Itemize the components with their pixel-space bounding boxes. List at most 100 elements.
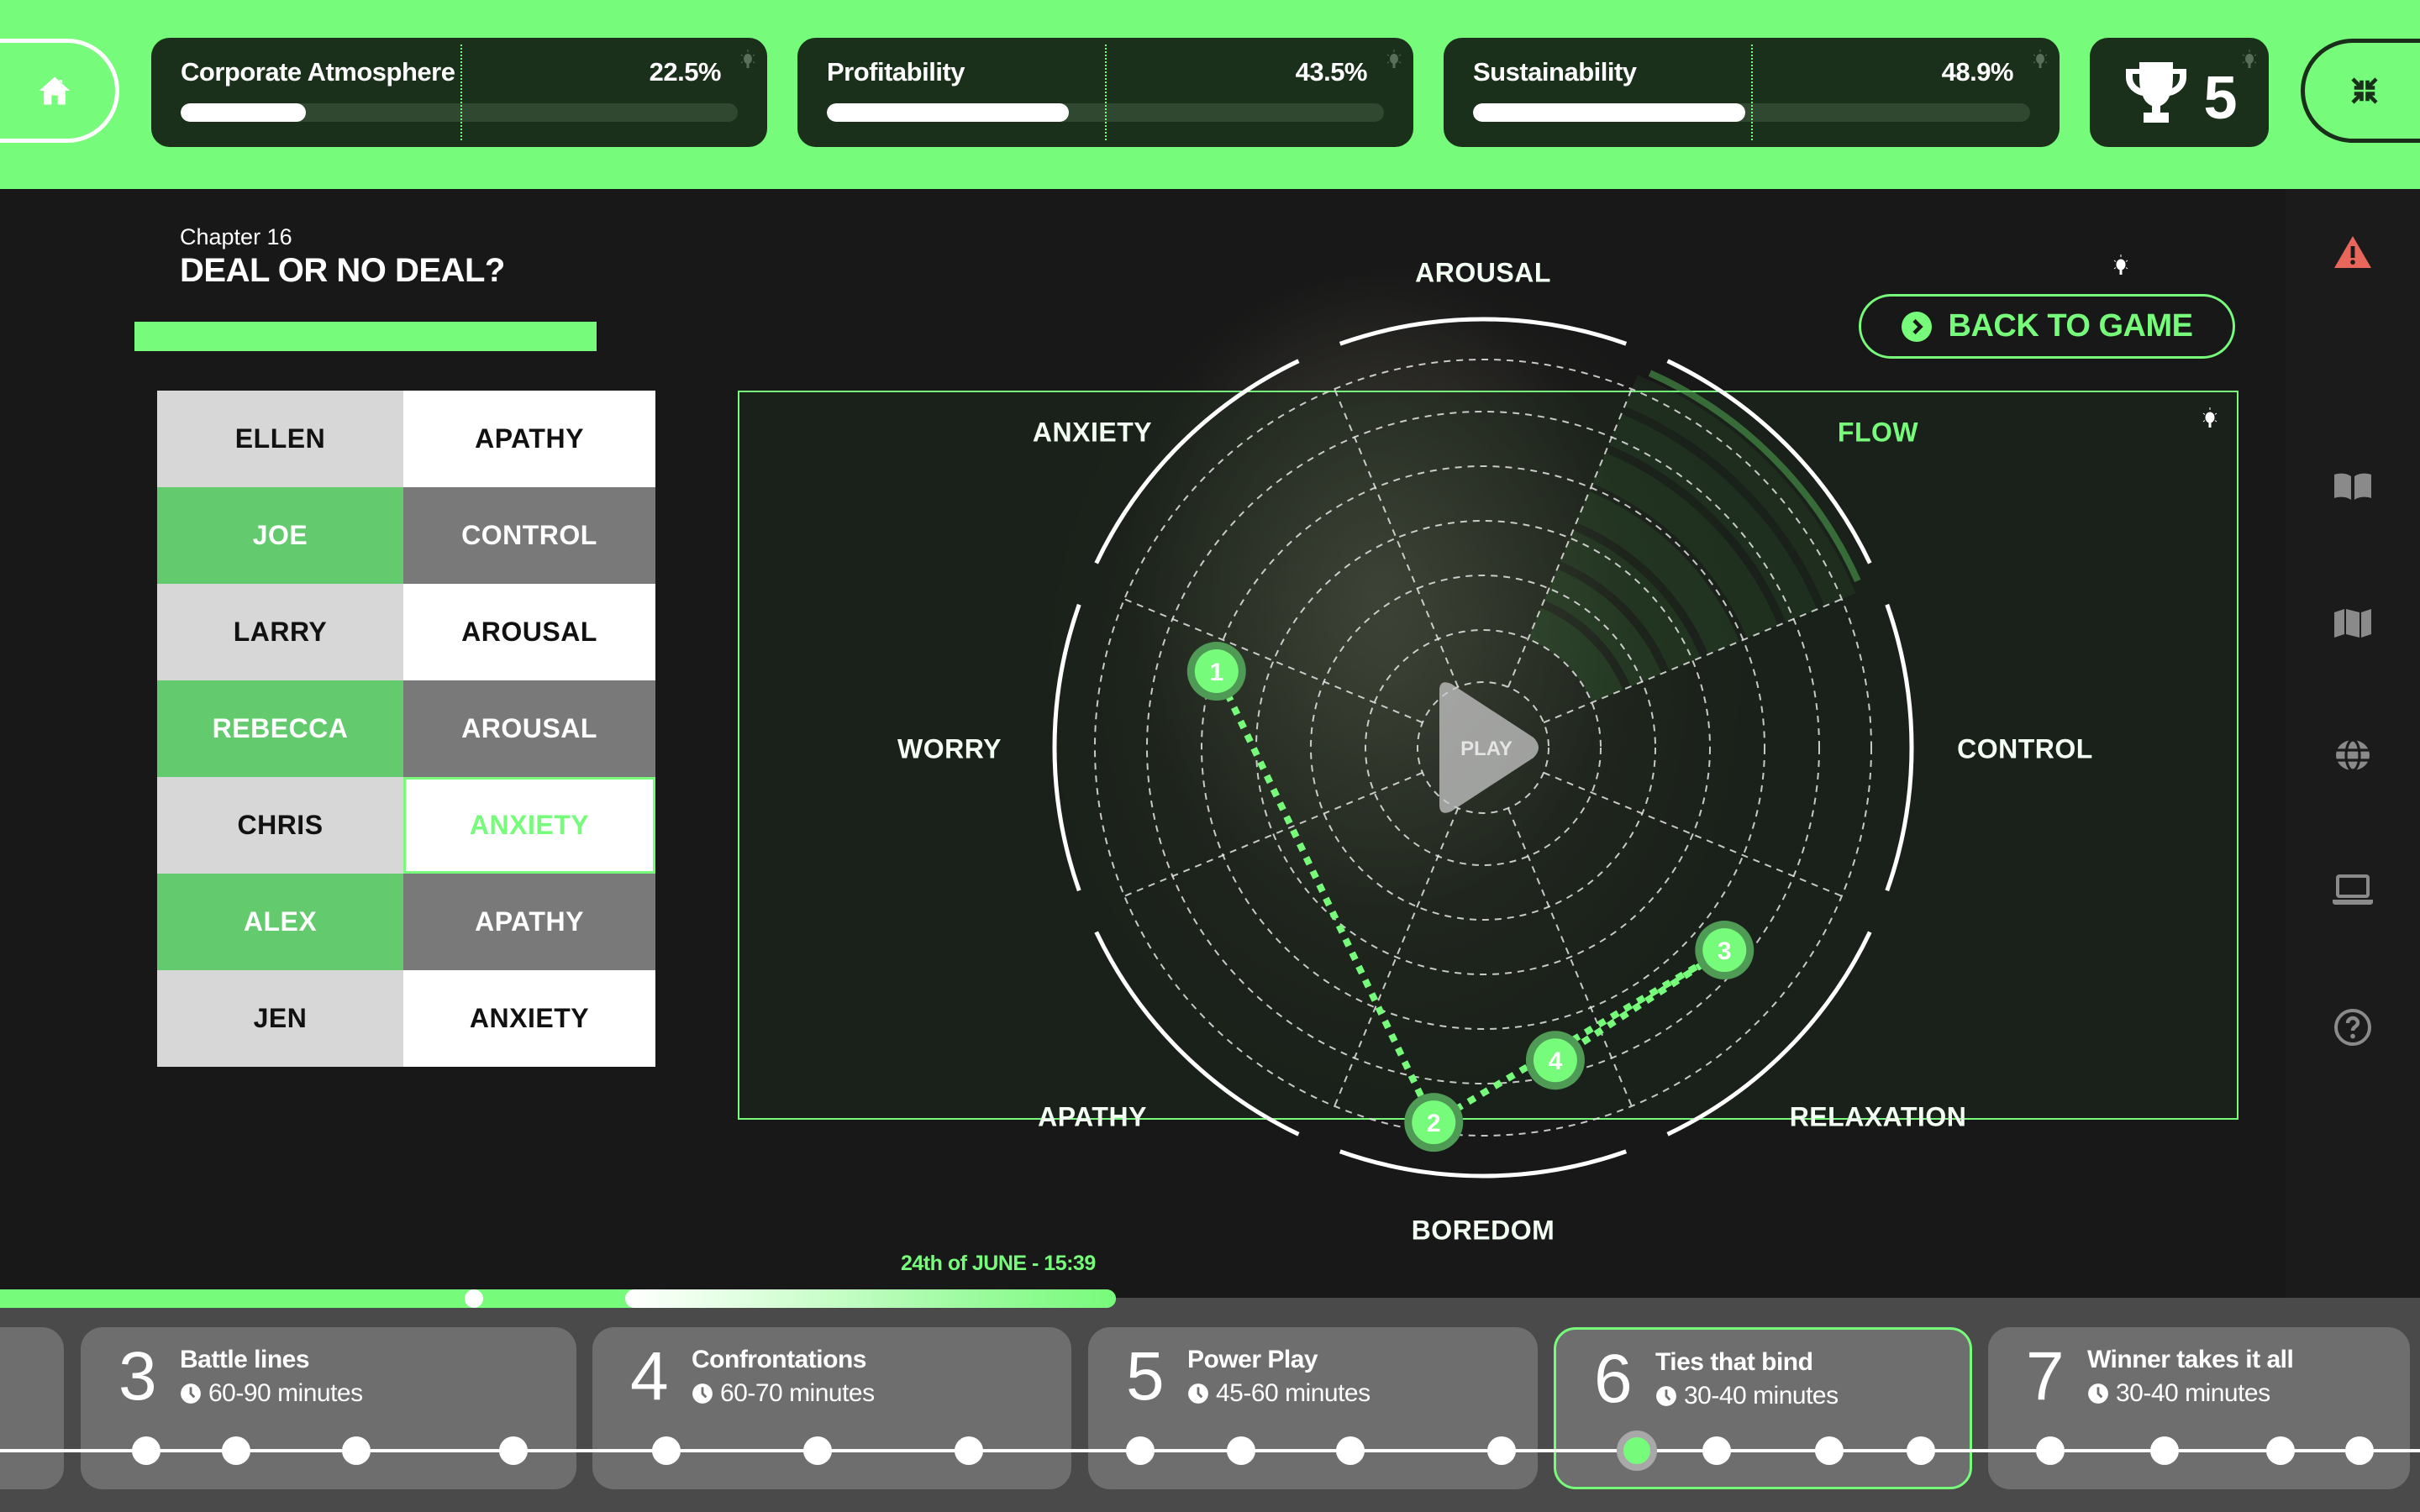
chapter-card-3[interactable]: 3 Battle lines 60-90 minutes — [81, 1327, 576, 1489]
chapter-duration: 60-90 minutes — [180, 1379, 363, 1408]
timeline-step-dot[interactable] — [955, 1436, 983, 1465]
character-state-table: ELLEN APATHY JOE CONTROL LARRY AROUSAL R… — [157, 391, 655, 1067]
state-selector[interactable]: AROUSAL — [403, 680, 655, 777]
timeline-step-dot[interactable] — [2150, 1436, 2179, 1465]
metric-label: Sustainability — [1473, 57, 1637, 87]
main-panel: Chapter 16 DEAL OR NO DEAL? ELLEN APATHY… — [134, 189, 2286, 1298]
help-button[interactable] — [2333, 1007, 2373, 1047]
axis-label-anxiety: ANXIETY — [1032, 417, 1153, 448]
home-icon — [39, 76, 71, 105]
chapter-title: Power Play — [1187, 1346, 1318, 1373]
state-selector[interactable]: APATHY — [403, 874, 655, 970]
timeline-step-dot[interactable] — [1227, 1436, 1255, 1465]
lightbulb-icon[interactable] — [2202, 407, 2218, 431]
axis-label-apathy: APATHY — [1038, 1101, 1147, 1132]
lightbulb-icon[interactable] — [740, 50, 755, 71]
lightbulb-icon[interactable] — [2242, 50, 2257, 71]
chapter-duration: 30-40 minutes — [2087, 1379, 2270, 1408]
lightbulb-icon[interactable] — [2112, 255, 2129, 278]
timeline-step-dot[interactable] — [1126, 1436, 1155, 1465]
metric-value: 22.5% — [649, 57, 722, 87]
lightbulb-icon[interactable] — [1386, 50, 1402, 71]
table-row: ELLEN APATHY — [157, 391, 655, 487]
back-to-game-button[interactable]: BACK TO GAME — [1859, 294, 2235, 359]
state-selector[interactable]: CONTROL — [403, 487, 655, 584]
table-row: JOE CONTROL — [157, 487, 655, 584]
journey-point[interactable] — [1702, 928, 1747, 973]
timeline-step-dot[interactable] — [1336, 1436, 1365, 1465]
timeline-step-dot[interactable] — [132, 1436, 160, 1465]
book-button[interactable] — [2333, 466, 2373, 507]
clock-icon — [2088, 1383, 2108, 1404]
chapter-title: Confrontations — [692, 1346, 866, 1373]
character-name: JEN — [157, 970, 403, 1067]
table-row: REBECCA AROUSAL — [157, 680, 655, 777]
globe-button[interactable] — [2333, 735, 2373, 775]
collapse-button[interactable] — [2301, 39, 2420, 143]
map-button[interactable] — [2333, 602, 2373, 643]
chapter-duration-text: 45-60 minutes — [1216, 1379, 1370, 1407]
timeline-step-dot[interactable] — [1907, 1436, 1935, 1465]
chapter-card-2[interactable] — [0, 1327, 64, 1489]
timeline-step-dot[interactable] — [2266, 1436, 2295, 1465]
chapter-number: 5 — [1126, 1338, 1165, 1415]
state-selector[interactable]: ANXIETY — [403, 970, 655, 1067]
metric-sustainability: Sustainability 48.9% — [1444, 38, 2060, 147]
chapter-card-4[interactable]: 4 Confrontations 60-70 minutes — [592, 1327, 1071, 1489]
chapter-card-7[interactable]: 7 Winner takes it all 30-40 minutes — [1988, 1327, 2410, 1489]
journey-point[interactable] — [1412, 1100, 1456, 1145]
axis-label-control: CONTROL — [1957, 733, 2093, 764]
metric-label: Profitability — [827, 57, 965, 87]
chevron-right-circle-icon — [1901, 311, 1932, 342]
globe-icon — [2336, 738, 2370, 772]
state-selector[interactable]: ANXIETY — [403, 777, 655, 874]
chapter-duration-text: 60-90 minutes — [208, 1379, 363, 1407]
timeline-step-dot[interactable] — [342, 1436, 371, 1465]
timeline-current-step[interactable] — [1617, 1431, 1657, 1471]
chapter-title: Winner takes it all — [2087, 1346, 2294, 1373]
metric-value: 48.9% — [1941, 57, 2014, 87]
journey-point[interactable] — [1533, 1038, 1577, 1083]
timeline-step-dot[interactable] — [1815, 1436, 1844, 1465]
metric-value: 43.5% — [1295, 57, 1368, 87]
warning-icon — [2334, 236, 2371, 268]
chapter-duration-text: 60-70 minutes — [720, 1379, 875, 1407]
state-selector[interactable]: APATHY — [403, 391, 655, 487]
timeline-step-dot[interactable] — [222, 1436, 250, 1465]
journey-point[interactable] — [1194, 649, 1239, 694]
clock-icon — [1656, 1386, 1676, 1406]
video-progress-bar[interactable] — [0, 1289, 1116, 1308]
clock-icon — [181, 1383, 201, 1404]
timeline-step-dot[interactable] — [803, 1436, 832, 1465]
character-name: JOE — [157, 487, 403, 584]
book-icon — [2334, 473, 2371, 500]
laptop-button[interactable] — [2333, 869, 2373, 910]
axis-label-arousal: AROUSAL — [1415, 257, 1551, 288]
home-button[interactable] — [0, 39, 119, 143]
progress-scrubber-handle[interactable] — [465, 1289, 483, 1308]
character-name: ELLEN — [157, 391, 403, 487]
trophy-count: 5 — [2203, 65, 2238, 132]
metric-label: Corporate Atmosphere — [181, 57, 455, 87]
table-row: JEN ANXIETY — [157, 970, 655, 1067]
chapter-card-5[interactable]: 5 Power Play 45-60 minutes — [1088, 1327, 1538, 1489]
lightbulb-icon[interactable] — [2033, 50, 2048, 71]
chapter-title: Battle lines — [180, 1346, 310, 1373]
state-selector[interactable]: AROUSAL — [403, 584, 655, 680]
chapter-card-6[interactable]: 6 Ties that bind 30-40 minutes — [1554, 1327, 1972, 1489]
timeline-step-dot[interactable] — [1702, 1436, 1731, 1465]
metric-progress-fill — [827, 103, 1070, 122]
timeline-step-dot[interactable] — [499, 1436, 528, 1465]
timeline-step-dot[interactable] — [1487, 1436, 1516, 1465]
warning-button[interactable] — [2333, 233, 2373, 273]
timeline-step-dot[interactable] — [2345, 1436, 2374, 1465]
metric-corporate-atmosphere: Corporate Atmosphere 22.5% — [151, 38, 767, 147]
axis-label-flow: FLOW — [1837, 417, 1919, 448]
timeline-step-dot[interactable] — [2036, 1436, 2065, 1465]
character-name: CHRIS — [157, 777, 403, 874]
chapter-duration-text: 30-40 minutes — [2116, 1379, 2270, 1407]
help-icon — [2334, 1009, 2371, 1046]
chapter-duration-text: 30-40 minutes — [1684, 1382, 1839, 1410]
timeline-step-dot[interactable] — [652, 1436, 681, 1465]
axis-label-boredom: BOREDOM — [1411, 1215, 1555, 1246]
